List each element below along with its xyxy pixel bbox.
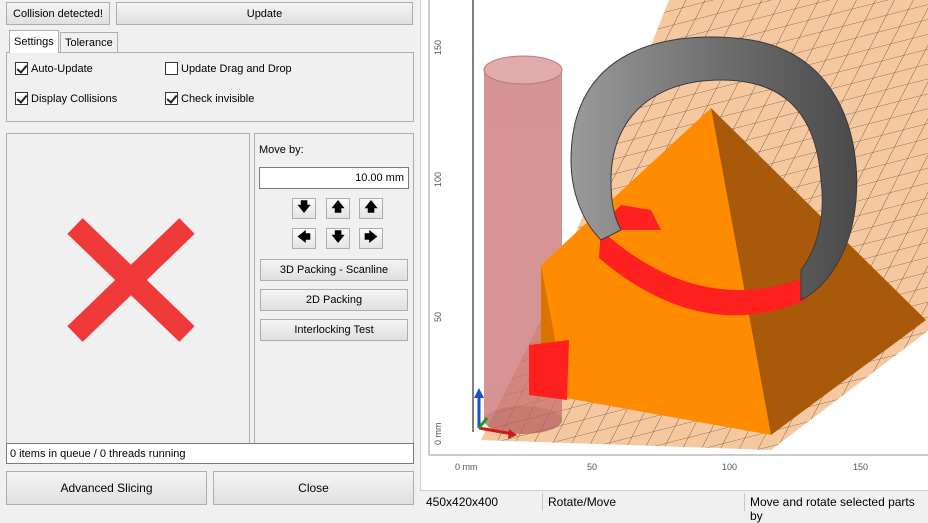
status-hint: Move and rotate selected parts by bbox=[750, 495, 915, 523]
queue-status-field: 0 items in queue / 0 threads running bbox=[6, 443, 414, 464]
arrow-left-icon: 🡄 bbox=[297, 228, 311, 244]
move-up-y-button[interactable]: 🡅 bbox=[326, 198, 350, 219]
update-button[interactable]: Update bbox=[116, 2, 413, 25]
move-right-button[interactable]: 🡆 bbox=[359, 228, 383, 249]
move-panel: Move by: 10.00 mm 🡇 🡅 🡅 🡄 🡇 🡆 3D Packing… bbox=[254, 133, 414, 455]
ruler-h-100: 100 bbox=[722, 462, 737, 472]
checkbox-box[interactable] bbox=[15, 92, 28, 105]
checkbox-label: Display Collisions bbox=[31, 92, 118, 105]
checkbox-box[interactable] bbox=[165, 92, 178, 105]
packing-2d-button[interactable]: 2D Packing bbox=[260, 289, 408, 311]
move-amount-input[interactable]: 10.00 mm bbox=[259, 167, 409, 189]
collision-panel: Collision detected! Update Settings Tole… bbox=[0, 0, 418, 512]
move-left-button[interactable]: 🡄 bbox=[292, 228, 316, 249]
packing-scanline-button[interactable]: 3D Packing - Scanline bbox=[260, 259, 408, 281]
move-by-label: Move by: bbox=[259, 144, 304, 156]
move-down-z-button[interactable]: 🡇 bbox=[292, 198, 316, 219]
arrow-right-icon: 🡆 bbox=[364, 228, 378, 244]
interlocking-test-button[interactable]: Interlocking Test bbox=[260, 319, 408, 341]
arrow-up-icon: 🡅 bbox=[364, 198, 378, 214]
ruler-v-0: 0 mm bbox=[433, 423, 443, 446]
advanced-slicing-button[interactable]: Advanced Slicing bbox=[6, 471, 207, 505]
move-up-z-button[interactable]: 🡅 bbox=[359, 198, 383, 219]
close-button[interactable]: Close bbox=[213, 471, 414, 505]
scene[interactable]: 150 100 50 0 mm 0 mm 50 100 150 bbox=[421, 0, 928, 490]
ruler-h-0: 0 mm bbox=[455, 462, 478, 472]
arrow-up-icon: 🡅 bbox=[331, 198, 345, 214]
status-mode: Rotate/Move bbox=[548, 495, 617, 509]
collision-x-icon bbox=[67, 218, 195, 342]
arrow-down-icon: 🡇 bbox=[297, 198, 311, 214]
arrow-down-icon: 🡇 bbox=[331, 228, 345, 244]
display-collisions-checkbox[interactable]: Display Collisions bbox=[15, 92, 117, 105]
ruler-v-50: 50 bbox=[433, 312, 443, 322]
ruler-v-150: 150 bbox=[433, 40, 443, 55]
checkbox-box[interactable] bbox=[165, 62, 178, 75]
checkbox-box[interactable] bbox=[15, 62, 28, 75]
move-down-y-button[interactable]: 🡇 bbox=[326, 228, 350, 249]
status-bar: 450x420x400 Rotate/Move Move and rotate … bbox=[420, 490, 928, 523]
checkbox-label: Update Drag and Drop bbox=[181, 62, 292, 75]
checkbox-label: Auto-Update bbox=[31, 62, 93, 75]
ruler-h-50: 50 bbox=[587, 462, 597, 472]
update-drag-drop-checkbox[interactable]: Update Drag and Drop bbox=[165, 62, 292, 75]
3d-viewport[interactable]: 150 100 50 0 mm 0 mm 50 100 150 bbox=[420, 0, 928, 490]
status-dimensions: 450x420x400 bbox=[426, 495, 499, 509]
collision-detected-button[interactable]: Collision detected! bbox=[6, 2, 110, 25]
tab-settings[interactable]: Settings bbox=[9, 30, 59, 53]
ruler-v-100: 100 bbox=[433, 172, 443, 187]
collision-preview bbox=[6, 133, 250, 455]
auto-update-checkbox[interactable]: Auto-Update bbox=[15, 62, 93, 75]
ruler-h-150: 150 bbox=[853, 462, 868, 472]
tab-tolerance[interactable]: Tolerance bbox=[60, 32, 118, 53]
check-invisible-checkbox[interactable]: Check invisible bbox=[165, 92, 254, 105]
checkbox-label: Check invisible bbox=[181, 92, 255, 105]
settings-panel: Auto-Update Update Drag and Drop Display… bbox=[6, 52, 414, 122]
